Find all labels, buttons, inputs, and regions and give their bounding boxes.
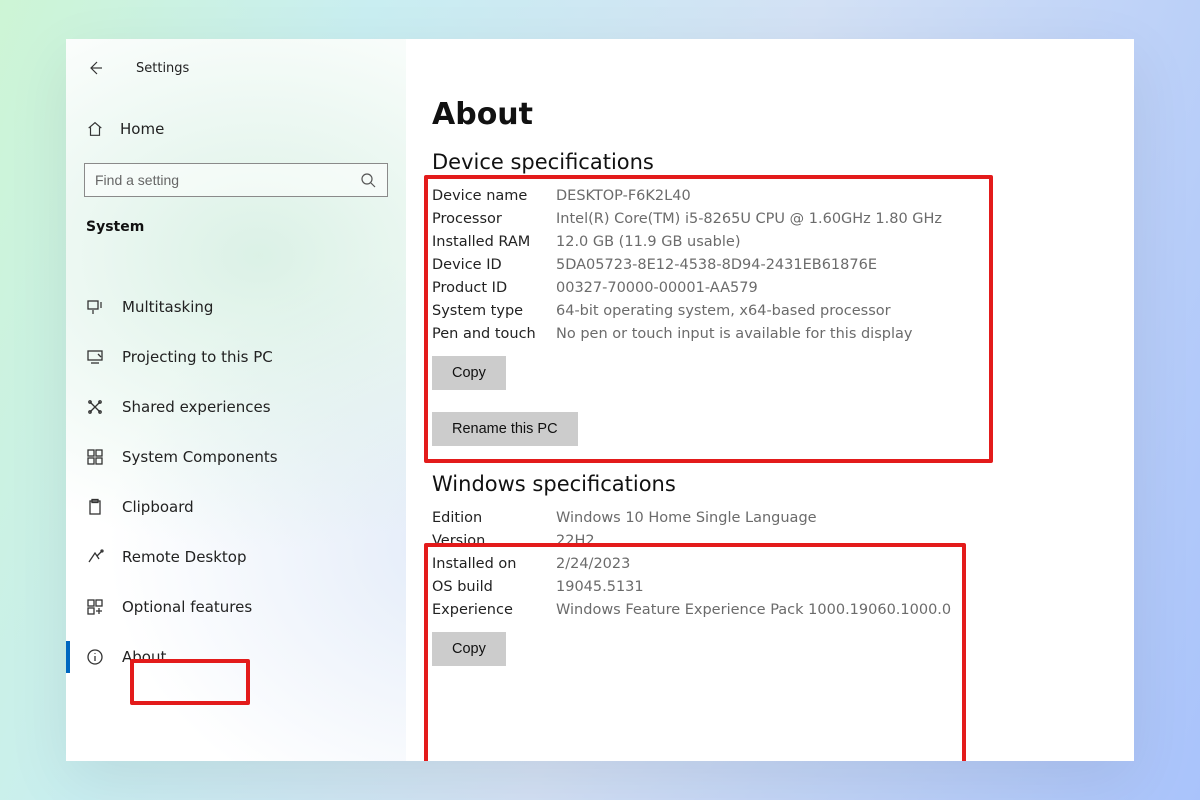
- sidebar-item-remote-desktop[interactable]: Remote Desktop: [84, 533, 388, 581]
- spec-value: 5DA05723-8E12-4538-8D94-2431EB61876E: [556, 257, 1078, 273]
- spec-key: Edition: [432, 510, 556, 526]
- search-icon: [359, 171, 377, 189]
- remote-icon: [86, 548, 104, 566]
- copy-windows-specs-button[interactable]: Copy: [432, 632, 506, 666]
- spec-value: 12.0 GB (11.9 GB usable): [556, 234, 1078, 250]
- spec-key: Installed on: [432, 556, 556, 572]
- sidebar-item-label: Optional features: [122, 598, 252, 616]
- device-specifications-section: Device specifications Device name DESKTO…: [432, 150, 1078, 390]
- sidebar-item-label: Clipboard: [122, 498, 194, 516]
- copy-device-specs-button[interactable]: Copy: [432, 356, 506, 390]
- info-icon: [86, 648, 104, 666]
- spec-key: OS build: [432, 579, 556, 595]
- spec-value: 64-bit operating system, x64-based proce…: [556, 303, 1078, 319]
- components-icon: [86, 448, 104, 466]
- spec-key: Version: [432, 533, 556, 549]
- spec-key: Device name: [432, 188, 556, 204]
- project-icon: [86, 348, 104, 366]
- device-specs-grid: Device name DESKTOP-F6K2L40 Processor In…: [432, 188, 1078, 342]
- spec-value: Windows 10 Home Single Language: [556, 510, 1078, 526]
- sidebar-item-label: Multitasking: [122, 298, 213, 316]
- spec-key: Pen and touch: [432, 326, 556, 342]
- windows-specs-heading: Windows specifications: [432, 472, 1078, 496]
- sidebar-item-shared-experiences[interactable]: Shared experiences: [84, 383, 388, 431]
- spec-key: Device ID: [432, 257, 556, 273]
- sidebar-category: System: [84, 219, 388, 235]
- sidebar-item-system-components[interactable]: System Components: [84, 433, 388, 481]
- rename-row: Rename this PC: [432, 412, 1078, 446]
- back-button[interactable]: [84, 57, 106, 79]
- sidebar-home-label: Home: [120, 120, 164, 138]
- spec-value: 00327-70000-00001-AA579: [556, 280, 1078, 296]
- clipboard-icon: [86, 498, 104, 516]
- sidebar-item-about[interactable]: About: [84, 633, 388, 681]
- window-title: Settings: [136, 61, 189, 76]
- spec-key: Product ID: [432, 280, 556, 296]
- sidebar-item-clipboard[interactable]: Clipboard: [84, 483, 388, 531]
- spec-key: System type: [432, 303, 556, 319]
- main-content: About Device specifications Device name …: [406, 39, 1134, 761]
- sidebar-item-label: Projecting to this PC: [122, 348, 273, 366]
- windows-specs-grid: Edition Windows 10 Home Single Language …: [432, 510, 1078, 618]
- sidebar-item-label: Remote Desktop: [122, 548, 247, 566]
- settings-window: Settings Home System: [66, 39, 1134, 761]
- spec-key: Installed RAM: [432, 234, 556, 250]
- sidebar-item-label: System Components: [122, 448, 278, 466]
- windows-specifications-section: Windows specifications Edition Windows 1…: [432, 472, 1078, 666]
- optional-icon: [86, 598, 104, 616]
- multitask-icon: [86, 298, 104, 316]
- spec-value: Intel(R) Core(TM) i5-8265U CPU @ 1.60GHz…: [556, 211, 1078, 227]
- sidebar: Settings Home System: [66, 39, 406, 761]
- sidebar-item-projecting[interactable]: Projecting to this PC: [84, 333, 388, 381]
- spec-key: Processor: [432, 211, 556, 227]
- spec-value: 19045.5131: [556, 579, 1078, 595]
- home-icon: [86, 120, 104, 138]
- spec-value: 22H2: [556, 533, 1078, 549]
- spec-value: No pen or touch input is available for t…: [556, 326, 1078, 342]
- spec-value: DESKTOP-F6K2L40: [556, 188, 1078, 204]
- titlebar: Settings: [84, 55, 388, 81]
- page-title: About: [432, 97, 1078, 132]
- sidebar-item-label: About: [122, 648, 166, 666]
- spec-key: Experience: [432, 602, 556, 618]
- sidebar-item-multitasking[interactable]: Multitasking: [84, 283, 388, 331]
- sidebar-nav: Multitasking Projecting to this PC Share…: [84, 283, 388, 681]
- sidebar-item-optional-features[interactable]: Optional features: [84, 583, 388, 631]
- spec-value: Windows Feature Experience Pack 1000.190…: [556, 602, 1078, 618]
- shared-icon: [86, 398, 104, 416]
- sidebar-item-label: Shared experiences: [122, 398, 271, 416]
- rename-pc-button[interactable]: Rename this PC: [432, 412, 578, 446]
- search-input[interactable]: [95, 172, 359, 188]
- back-arrow-icon: [86, 59, 104, 77]
- spec-value: 2/24/2023: [556, 556, 1078, 572]
- search-box[interactable]: [84, 163, 388, 197]
- sidebar-home[interactable]: Home: [84, 109, 388, 149]
- device-specs-heading: Device specifications: [432, 150, 1078, 174]
